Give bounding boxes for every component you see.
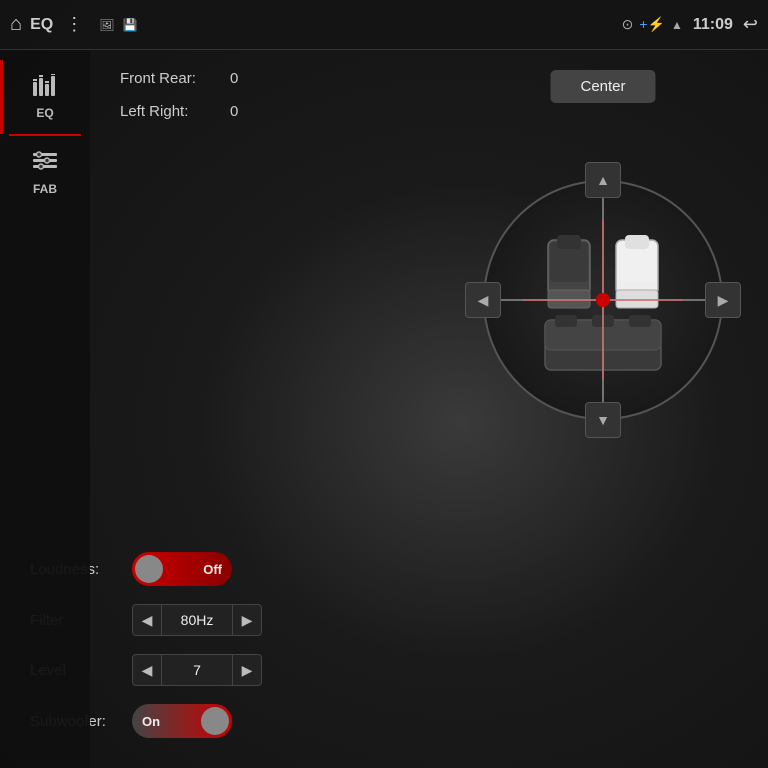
fader-left-button[interactable]: ◀ bbox=[465, 282, 501, 318]
sidebar-item-eq[interactable]: EQ bbox=[0, 60, 90, 134]
left-right-value: 0 bbox=[230, 103, 238, 120]
arrow-down-icon: ▼ bbox=[596, 412, 610, 428]
loudness-toggle-text: Off bbox=[203, 562, 222, 577]
fader-down-button[interactable]: ▼ bbox=[585, 402, 621, 438]
sidebar-item-fab[interactable]: FAB bbox=[0, 136, 90, 210]
sidebar-eq-label: EQ bbox=[36, 106, 53, 120]
fader-right-button[interactable]: ▶ bbox=[705, 282, 741, 318]
fab-icon bbox=[31, 150, 59, 178]
back-icon[interactable]: ↩ bbox=[743, 14, 758, 35]
subwoofer-knob bbox=[201, 707, 229, 735]
sidebar: EQ FAB bbox=[0, 50, 90, 768]
wifi-icon: ▲ bbox=[671, 18, 683, 32]
status-time: 11:09 bbox=[693, 16, 733, 34]
center-button[interactable]: Center bbox=[550, 70, 655, 103]
status-right: ⊙ +⚡ ▲ 11:09 ↩ bbox=[622, 14, 758, 35]
sidebar-fab-label: FAB bbox=[33, 182, 57, 196]
status-indicators: ⊙ +⚡ ▲ bbox=[622, 16, 683, 33]
car-diagram: ▲ ▼ ◀ ▶ bbox=[458, 110, 748, 490]
location-icon: ⊙ bbox=[622, 16, 634, 33]
home-icon[interactable]: ⌂ bbox=[10, 13, 22, 36]
car-circle bbox=[483, 180, 723, 420]
level-increase-button[interactable]: ▶ bbox=[232, 654, 262, 686]
arrow-right-icon: ▶ bbox=[718, 292, 729, 309]
filter-increase-button[interactable]: ▶ bbox=[232, 604, 262, 636]
arrow-up-icon: ▲ bbox=[596, 172, 610, 188]
filter-value: 80Hz bbox=[162, 604, 232, 636]
fader-up-button[interactable]: ▲ bbox=[585, 162, 621, 198]
left-right-label: Left Right: bbox=[120, 103, 220, 120]
media-icon-2: 💾 bbox=[122, 18, 137, 32]
front-rear-label: Front Rear: bbox=[120, 70, 220, 87]
subwoofer-toggle-text: On bbox=[142, 714, 160, 729]
fader-area: Center bbox=[458, 70, 748, 490]
level-decrease-button[interactable]: ◀ bbox=[132, 654, 162, 686]
car-circle-wrapper: ▲ ▼ ◀ ▶ bbox=[483, 180, 723, 420]
filter-decrease-button[interactable]: ◀ bbox=[132, 604, 162, 636]
level-spinner: ◀ 7 ▶ bbox=[132, 654, 262, 686]
status-dots-icon[interactable]: ⋮ bbox=[65, 14, 83, 35]
loudness-toggle[interactable]: Off bbox=[132, 552, 232, 586]
front-rear-value: 0 bbox=[230, 70, 238, 87]
status-bar: ⌂ EQ ⋮ 🖼 💾 ⊙ +⚡ ▲ 11:09 ↩ bbox=[0, 0, 768, 50]
eq-icon bbox=[31, 74, 59, 102]
arrow-left-icon: ◀ bbox=[478, 292, 489, 309]
loudness-knob bbox=[135, 555, 163, 583]
status-eq-label: EQ bbox=[30, 16, 53, 34]
level-value: 7 bbox=[162, 654, 232, 686]
subwoofer-toggle[interactable]: On bbox=[132, 704, 232, 738]
bluetooth-icon: +⚡ bbox=[639, 16, 665, 33]
filter-spinner: ◀ 80Hz ▶ bbox=[132, 604, 262, 636]
status-left: ⌂ EQ ⋮ 🖼 💾 bbox=[10, 13, 622, 36]
media-icon-1: 🖼 bbox=[99, 18, 114, 32]
crosshair-dot bbox=[596, 293, 610, 307]
